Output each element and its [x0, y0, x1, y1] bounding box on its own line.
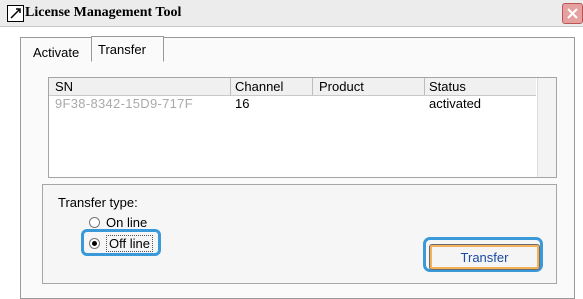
radio-online-circle[interactable] [89, 217, 100, 228]
close-icon [567, 8, 578, 19]
radio-online-label: On line [106, 215, 148, 230]
column-divider[interactable] [312, 78, 313, 95]
window-title: License Management Tool [25, 5, 182, 20]
highlight-offline-callout [81, 229, 161, 256]
license-list[interactable]: SN Channel Product Status 9F38-8342-15D9… [48, 77, 557, 178]
tab-transfer-label: Transfer [98, 41, 146, 57]
list-item[interactable]: 9F38-8342-15D9-717F 16 activated [49, 96, 536, 112]
window-titlebar: License Management Tool [0, 0, 583, 27]
column-divider[interactable] [230, 78, 231, 95]
sn-cell: 9F38-8342-15D9-717F [55, 96, 193, 111]
column-header-sn[interactable]: SN [55, 79, 73, 94]
list-scrollbar[interactable] [537, 78, 556, 177]
close-button[interactable] [562, 3, 583, 24]
column-header-product[interactable]: Product [319, 79, 364, 94]
tab-activate[interactable]: Activate [33, 45, 79, 60]
transfer-button[interactable]: Transfer [429, 244, 540, 270]
column-divider[interactable] [424, 78, 425, 95]
status-cell: activated [429, 96, 482, 111]
app-icon [7, 5, 24, 22]
transfer-type-label: Transfer type: [58, 195, 138, 210]
tab-transfer[interactable]: Transfer [91, 36, 164, 62]
radio-online[interactable]: On line [89, 215, 147, 230]
list-header: SN Channel Product Status [49, 78, 536, 96]
column-header-status[interactable]: Status [429, 79, 466, 94]
channel-cell: 16 [235, 96, 250, 111]
column-header-channel[interactable]: Channel [235, 79, 283, 94]
